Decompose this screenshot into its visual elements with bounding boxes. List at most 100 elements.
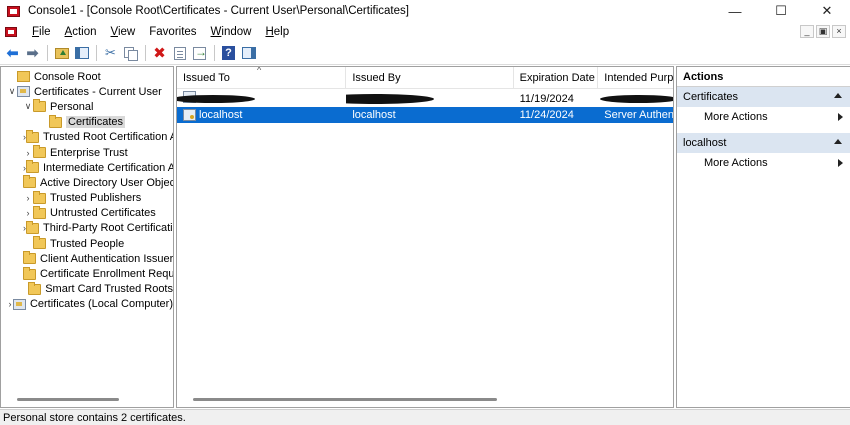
tree-node-personal[interactable]: ∨ Personal bbox=[1, 99, 173, 114]
tree-node-label: Personal bbox=[50, 100, 94, 113]
root-folder-icon bbox=[17, 71, 30, 83]
table-row-selected[interactable]: localhost localhost 11/24/2024 Server Au… bbox=[177, 107, 673, 123]
more-actions-certificates[interactable]: More Actions bbox=[677, 107, 850, 127]
toolbar-separator bbox=[145, 45, 146, 61]
redaction-scribble bbox=[177, 95, 255, 103]
folder-icon bbox=[33, 190, 46, 204]
collapse-chevron-icon[interactable]: ∨ bbox=[7, 86, 17, 97]
export-list-button[interactable] bbox=[190, 44, 209, 62]
actions-pane: Actions Certificates More Actions localh… bbox=[676, 66, 850, 408]
column-header-issued-to[interactable]: Issued To ^ bbox=[177, 67, 347, 89]
toolbar-separator bbox=[47, 45, 48, 61]
sort-ascending-icon: ^ bbox=[257, 67, 262, 75]
expand-chevron-icon[interactable]: › bbox=[23, 193, 33, 203]
cell-expiration-date: 11/24/2024 bbox=[519, 109, 574, 121]
console-menu-icon[interactable] bbox=[5, 25, 19, 39]
tree-node-label: Trusted Publishers bbox=[50, 192, 142, 205]
cut-button[interactable]: ✂ bbox=[101, 44, 120, 62]
certificate-store-icon bbox=[12, 298, 26, 310]
help-button[interactable]: ? bbox=[219, 44, 238, 62]
actions-section-certificates[interactable]: Certificates bbox=[677, 87, 850, 107]
tree-node-enterprise-trust[interactable]: › Enterprise Trust bbox=[1, 145, 173, 160]
tree-node-label: Console Root bbox=[34, 70, 101, 83]
folder-icon bbox=[28, 281, 42, 295]
cell-issued-to bbox=[177, 91, 346, 107]
title-bar: Console1 - [Console Root\Certificates - … bbox=[0, 0, 850, 22]
copy-button[interactable] bbox=[121, 44, 140, 62]
more-actions-localhost[interactable]: More Actions bbox=[677, 153, 850, 173]
delete-button[interactable]: ✖ bbox=[150, 44, 169, 62]
tree-node-trusted-publishers[interactable]: › Trusted Publishers bbox=[1, 190, 173, 206]
close-button[interactable]: ✕ bbox=[804, 0, 850, 22]
tree-node-certificates-local-computer[interactable]: › Certificates (Local Computer) bbox=[1, 297, 173, 312]
child-minimize-button[interactable]: _ bbox=[800, 25, 814, 38]
cell-issued-by bbox=[346, 91, 513, 107]
export-icon bbox=[193, 45, 207, 60]
tree-node-label: Active Directory User Object bbox=[40, 176, 174, 189]
forward-button[interactable]: ➡ bbox=[23, 44, 42, 62]
menu-window[interactable]: Window bbox=[204, 26, 259, 38]
folder-icon bbox=[33, 145, 46, 159]
menu-action[interactable]: Action bbox=[58, 26, 104, 38]
tree-node-label: Intermediate Certification Authorities bbox=[43, 161, 173, 174]
tree-node-console-root[interactable]: Console Root bbox=[1, 69, 173, 84]
toolbar: ⬅ ➡ ✂ ✖ ? bbox=[0, 42, 850, 65]
scissors-icon: ✂ bbox=[105, 45, 116, 60]
expand-chevron-icon[interactable]: › bbox=[23, 148, 33, 158]
tree-node-third-party-root-certification-authorities[interactable]: ›Third-Party Root Certification Authorit… bbox=[1, 220, 173, 236]
properties-button[interactable] bbox=[170, 44, 189, 62]
back-arrow-icon: ⬅ bbox=[6, 45, 19, 62]
table-row[interactable]: 11/19/2024 bbox=[177, 91, 673, 107]
folder-icon bbox=[33, 99, 46, 113]
help-icon: ? bbox=[222, 46, 235, 60]
results-pane: Issued To ^ Issued By Expiration Date In… bbox=[176, 66, 674, 408]
tree-horizontal-scrollbar[interactable] bbox=[17, 398, 119, 401]
tree-node-untrusted-certificates[interactable]: › Untrusted Certificates bbox=[1, 205, 173, 221]
menu-favorites[interactable]: Favorites bbox=[142, 26, 203, 38]
tree-node-certificates[interactable]: Certificates bbox=[1, 114, 173, 130]
cell-issued-by: localhost bbox=[352, 109, 396, 121]
folder-icon bbox=[26, 129, 39, 143]
show-hide-console-tree-button[interactable] bbox=[72, 44, 91, 62]
tree-node-certificate-enrollment-requests[interactable]: Certificate Enrollment Requests bbox=[1, 266, 173, 281]
maximize-button[interactable]: ☐ bbox=[758, 0, 804, 22]
back-button[interactable]: ⬅ bbox=[3, 44, 22, 62]
folder-icon bbox=[26, 220, 39, 234]
column-header-expiration-date[interactable]: Expiration Date bbox=[514, 67, 599, 89]
list-horizontal-scrollbar[interactable] bbox=[193, 398, 497, 401]
menu-file[interactable]: File bbox=[25, 26, 58, 38]
collapse-chevron-icon[interactable]: ∨ bbox=[23, 101, 33, 112]
minimize-button[interactable]: — bbox=[712, 0, 758, 22]
menu-help[interactable]: Help bbox=[258, 26, 296, 38]
submenu-arrow-icon bbox=[838, 113, 843, 121]
expand-chevron-icon[interactable]: › bbox=[23, 208, 33, 218]
up-one-level-button[interactable] bbox=[52, 44, 71, 62]
child-window-controls: _ ▣ × bbox=[800, 25, 846, 38]
folder-icon bbox=[49, 114, 62, 128]
certificate-icon bbox=[183, 109, 196, 122]
column-header-intended-purposes[interactable]: Intended Purposes bbox=[598, 67, 673, 89]
actions-title: Actions bbox=[677, 67, 850, 87]
tree-node-active-directory-user-object[interactable]: Active Directory User Object bbox=[1, 175, 173, 190]
actions-section-localhost[interactable]: localhost bbox=[677, 133, 850, 153]
tree-node-certificates-current-user[interactable]: ∨ Certificates - Current User bbox=[1, 84, 173, 99]
tree-node-client-authentication-issuers[interactable]: Client Authentication Issuers bbox=[1, 251, 173, 266]
tree-node-trusted-people[interactable]: Trusted People bbox=[1, 236, 173, 251]
redaction-scribble bbox=[600, 95, 673, 103]
folder-icon bbox=[26, 160, 39, 174]
tree-node-intermediate-certification-authorities[interactable]: ›Intermediate Certification Authorities bbox=[1, 160, 173, 175]
child-restore-button[interactable]: ▣ bbox=[816, 25, 830, 38]
tree-node-trusted-root-certification-authorities[interactable]: ›Trusted Root Certification Authorities bbox=[1, 129, 173, 145]
tree-node-label: Certificates (Local Computer) bbox=[29, 298, 173, 311]
column-header-issued-by[interactable]: Issued By bbox=[346, 67, 514, 89]
folder-icon bbox=[23, 251, 36, 265]
menu-view[interactable]: View bbox=[104, 26, 143, 38]
folder-icon bbox=[33, 236, 46, 250]
cell-intended-purposes bbox=[598, 91, 673, 107]
tree-node-label: Third-Party Root Certification Authoriti… bbox=[43, 222, 173, 235]
tree-node-smart-card-trusted-roots[interactable]: Smart Card Trusted Roots bbox=[1, 281, 173, 297]
tree-node-label: Certificates bbox=[66, 116, 126, 129]
child-close-button[interactable]: × bbox=[832, 25, 846, 38]
collapse-caret-icon bbox=[834, 139, 842, 144]
show-hide-action-pane-button[interactable] bbox=[239, 44, 258, 62]
